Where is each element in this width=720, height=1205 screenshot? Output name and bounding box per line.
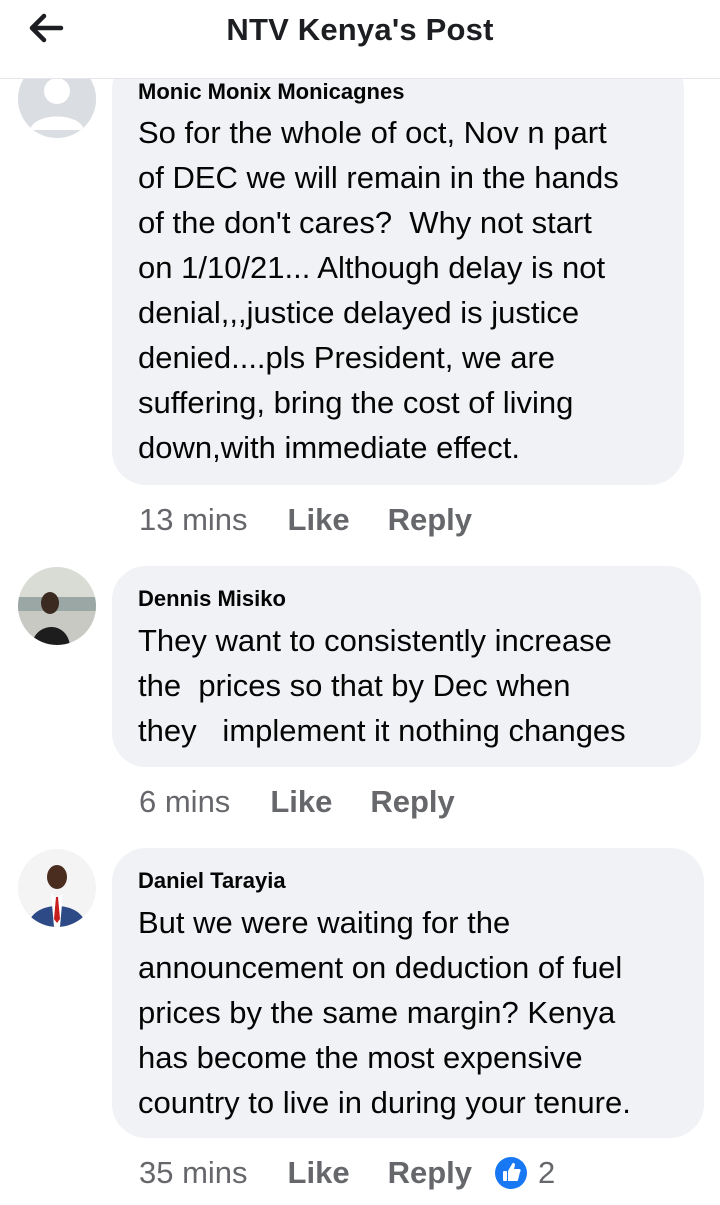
profile-photo-icon: [18, 849, 96, 927]
like-button[interactable]: Like: [288, 502, 350, 538]
comment-bubble: Monic Monix Monicagnes So for the whole …: [112, 55, 684, 485]
reaction-count: 2: [538, 1155, 556, 1190]
comment-text: But we were waiting for the announcement…: [138, 905, 631, 1120]
reactions-summary[interactable]: 2: [494, 1155, 555, 1191]
comment-bubble: Daniel Tarayia But we were waiting for t…: [112, 848, 704, 1138]
comment-timestamp[interactable]: 6 mins: [139, 784, 230, 820]
like-button[interactable]: Like: [288, 1155, 350, 1191]
page-title: NTV Kenya's Post: [226, 12, 494, 47]
avatar-dennis[interactable]: [18, 567, 96, 645]
like-reaction-icon: [495, 1157, 527, 1189]
reply-button[interactable]: Reply: [388, 1155, 472, 1191]
comment-timestamp[interactable]: 35 mins: [139, 1155, 248, 1191]
comment-actions: 6 mins Like Reply: [139, 782, 493, 822]
top-bar: NTV Kenya's Post: [0, 0, 720, 79]
comment-text: They want to consistently increase the p…: [138, 623, 626, 748]
reply-button[interactable]: Reply: [388, 502, 472, 538]
comment-author[interactable]: Dennis Misiko: [138, 586, 677, 612]
comment-author[interactable]: Daniel Tarayia: [138, 868, 680, 894]
comment-actions: 35 mins Like Reply 2: [139, 1153, 555, 1193]
comment-timestamp[interactable]: 13 mins: [139, 502, 248, 538]
comment-author[interactable]: Monic Monix Monicagnes: [138, 79, 660, 105]
avatar-daniel[interactable]: [18, 849, 96, 927]
reply-button[interactable]: Reply: [370, 784, 454, 820]
like-button[interactable]: Like: [270, 784, 332, 820]
comment-bubble: Dennis Misiko They want to consistently …: [112, 566, 701, 767]
profile-photo-icon: [18, 567, 96, 645]
comment-actions: 13 mins Like Reply: [139, 500, 510, 540]
comment-text: So for the whole of oct, Nov n part of D…: [138, 115, 619, 465]
